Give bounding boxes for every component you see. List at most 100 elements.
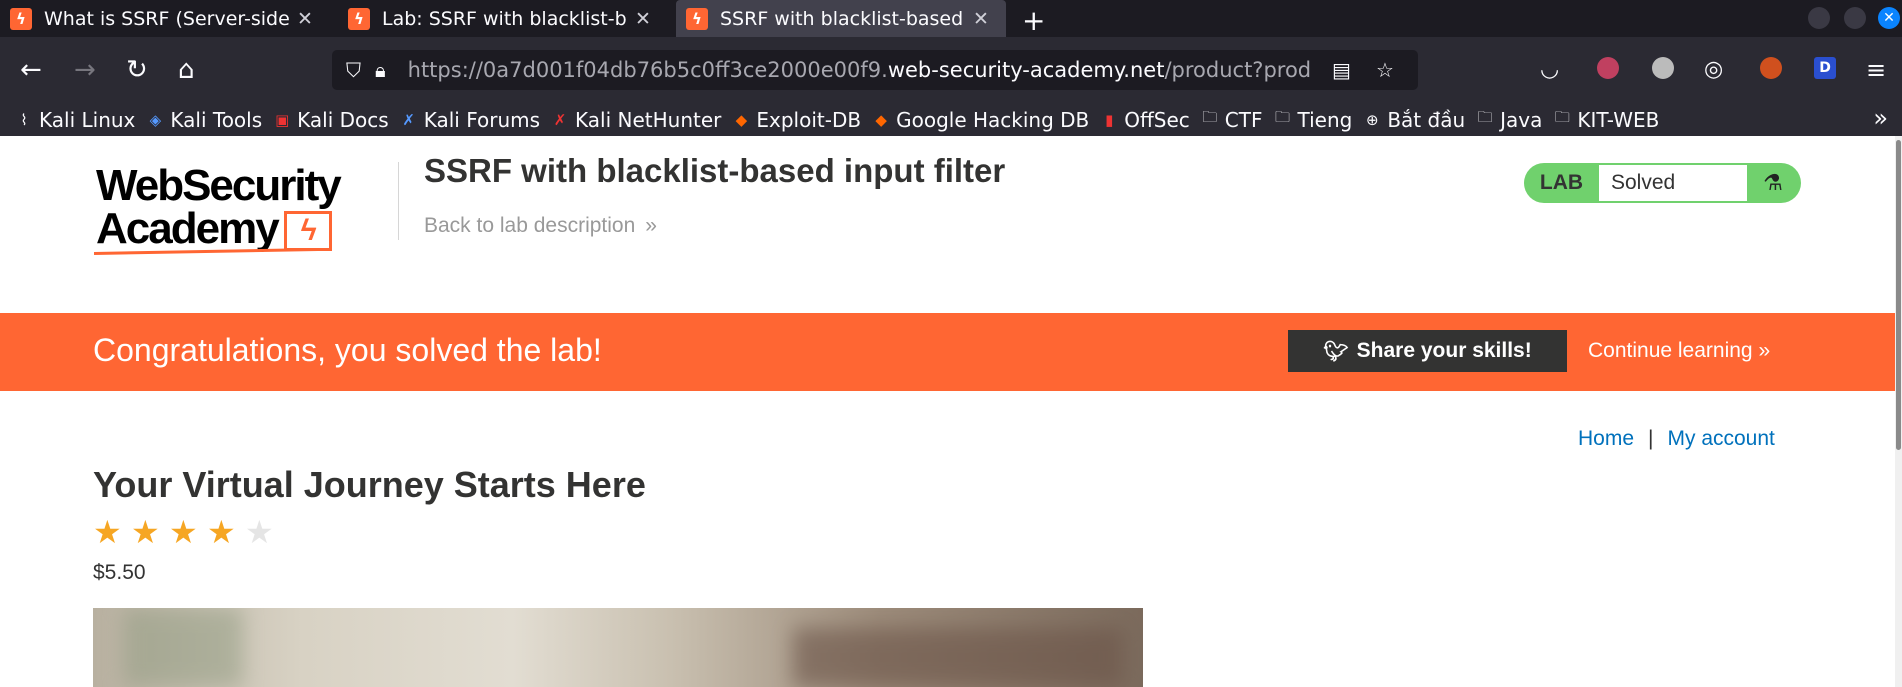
reload-icon[interactable]: ↻ bbox=[126, 54, 148, 86]
lab-status-badge: LAB Solved ⚗ bbox=[1524, 163, 1801, 203]
lab-title: SSRF with blacklist-based input filter bbox=[424, 152, 1006, 189]
pocket-icon[interactable]: ◡ bbox=[1540, 54, 1559, 86]
cookie-icon[interactable]: ◎ bbox=[1704, 54, 1723, 86]
star-empty-icon: ★ bbox=[245, 513, 274, 551]
bookmark-kali-docs[interactable]: ▣ Kali Docs bbox=[272, 108, 389, 132]
bookmarks-bar: ⌇ Kali Linux ◈ Kali Tools ▣ Kali Docs ✗ Kali… bbox=[0, 103, 1902, 136]
more-bookmarks-icon[interactable]: » bbox=[1873, 104, 1888, 132]
congratulations-message: Congratulations, you solved the lab! bbox=[93, 332, 602, 368]
star-filled-icon: ★ bbox=[169, 513, 198, 551]
bookmark-kali-forums[interactable]: ✗ Kali Forums bbox=[399, 108, 540, 132]
scrollbar-thumb[interactable] bbox=[1896, 140, 1901, 450]
back-arrow-icon[interactable]: ← bbox=[20, 54, 42, 86]
portswigger-favicon-icon: ϟ bbox=[348, 7, 370, 30]
bookmark-bat-dau[interactable]: ⊕ Bắt đầu bbox=[1362, 108, 1465, 132]
logo-line-2-text: Academy bbox=[96, 204, 280, 253]
bookmark-offsec[interactable]: ▮ OffSec bbox=[1099, 108, 1190, 132]
tab-title: Lab: SSRF with blacklist-b bbox=[382, 7, 627, 30]
reader-view-icon[interactable]: ▤ bbox=[1332, 58, 1351, 82]
browser-tab-2[interactable]: ϟ Lab: SSRF with blacklist-b ✕ bbox=[338, 0, 668, 37]
url-domain: web-security-academy.net bbox=[887, 58, 1165, 82]
image-blur-region bbox=[123, 608, 243, 687]
menu-icon[interactable]: ≡ bbox=[1866, 54, 1886, 86]
folder-icon: 🗀︎ bbox=[1477, 108, 1493, 126]
close-tab-icon[interactable]: ✕ bbox=[297, 8, 313, 30]
bookmark-label: KIT-WEB bbox=[1577, 107, 1660, 132]
star-filled-icon: ★ bbox=[93, 513, 122, 551]
bookmark-label: Kali Docs bbox=[297, 107, 389, 132]
back-link-label: Back to lab description bbox=[424, 214, 636, 237]
star-filled-icon: ★ bbox=[207, 513, 236, 551]
browser-tab-3-active[interactable]: ϟ SSRF with blacklist-based ✕ bbox=[676, 0, 1006, 37]
page-scrollbar[interactable] bbox=[1895, 136, 1902, 687]
bookmark-google-hacking-db[interactable]: ◆ Google Hacking DB bbox=[871, 108, 1089, 132]
back-to-lab-description-link[interactable]: Back to lab description » bbox=[424, 214, 657, 238]
continue-learning-link[interactable]: Continue learning » bbox=[1588, 339, 1770, 363]
home-link[interactable]: Home bbox=[1578, 427, 1634, 450]
portswigger-favicon-icon: ϟ bbox=[686, 7, 708, 30]
extension-d-icon[interactable]: D bbox=[1814, 57, 1836, 79]
double-chevron-right-icon: » bbox=[645, 214, 657, 237]
twitter-icon: 🐦︎ bbox=[1323, 340, 1349, 363]
share-skills-label: Share your skills! bbox=[1356, 339, 1532, 362]
new-tab-icon[interactable]: + bbox=[1022, 4, 1045, 37]
bookmark-folder-tieng[interactable]: 🗀︎ Tieng bbox=[1272, 108, 1352, 132]
bookmark-folder-java[interactable]: 🗀︎ Java bbox=[1475, 108, 1543, 132]
lab-label: LAB bbox=[1539, 171, 1584, 194]
bookmark-label: Bắt đầu bbox=[1387, 107, 1466, 132]
bookmark-star-icon[interactable]: ☆ bbox=[1376, 58, 1394, 82]
kali-dragon-icon: ⌇ bbox=[20, 110, 28, 129]
extension-icon[interactable] bbox=[1652, 57, 1674, 79]
ghdb-icon: ◆ bbox=[875, 110, 887, 129]
bookmark-kali-tools[interactable]: ◈ Kali Tools bbox=[145, 108, 263, 132]
share-skills-button[interactable]: 🐦︎ Share your skills! bbox=[1288, 330, 1567, 372]
tab-title: What is SSRF (Server-side bbox=[44, 7, 289, 30]
bookmark-label: Kali NetHunter bbox=[575, 107, 722, 132]
exploit-db-icon: ◆ bbox=[735, 110, 748, 129]
logo-line-1: WebSecurity bbox=[96, 161, 342, 210]
lock-icon[interactable]: 🔒︎ bbox=[375, 58, 386, 82]
extension-icon[interactable] bbox=[1760, 57, 1782, 79]
bookmark-label: OffSec bbox=[1124, 107, 1190, 132]
bookmark-label: Kali Linux bbox=[39, 107, 136, 132]
image-blur-region bbox=[793, 628, 1123, 687]
star-rating: ★ ★ ★ ★ ★ bbox=[93, 516, 283, 548]
shield-icon[interactable]: ⛉ bbox=[346, 58, 361, 82]
forward-arrow-icon[interactable]: → bbox=[74, 54, 96, 86]
bookmark-label: Google Hacking DB bbox=[896, 107, 1090, 132]
kali-forums-icon: ✗ bbox=[402, 110, 415, 129]
minimize-icon[interactable] bbox=[1808, 7, 1830, 29]
lightning-logo-icon: ϟ bbox=[283, 211, 332, 252]
browser-tab-1[interactable]: ϟ What is SSRF (Server-side ✕ bbox=[0, 0, 330, 37]
top-links: Home | My account bbox=[1578, 427, 1775, 451]
product-price: $5.50 bbox=[93, 561, 146, 584]
close-tab-icon[interactable]: ✕ bbox=[973, 8, 989, 30]
url-bar[interactable]: ⛉ 🔒︎ https://0a7d001f04db76b5c0ff3ce2000… bbox=[332, 50, 1418, 90]
logo-line-2: Academy ϟ bbox=[96, 207, 340, 252]
my-account-link[interactable]: My account bbox=[1668, 427, 1775, 450]
bookmark-folder-kit-web[interactable]: 🗀︎ KIT-WEB bbox=[1552, 108, 1659, 132]
folder-icon: 🗀︎ bbox=[1554, 108, 1570, 126]
bookmark-exploit-db[interactable]: ◆ Exploit-DB bbox=[731, 108, 861, 132]
lab-status-value: Solved bbox=[1599, 165, 1747, 201]
maximize-icon[interactable] bbox=[1844, 7, 1866, 29]
web-security-academy-logo[interactable]: WebSecurity Academy ϟ bbox=[93, 161, 342, 255]
flask-icon: ⚗ bbox=[1763, 170, 1783, 196]
url-text[interactable]: https://0a7d001f04db76b5c0ff3ce2000e00f9… bbox=[408, 58, 1313, 82]
product-title: Your Virtual Journey Starts Here bbox=[93, 464, 646, 505]
bookmark-folder-ctf[interactable]: 🗀︎ CTF bbox=[1200, 107, 1263, 132]
bookmark-label: CTF bbox=[1224, 107, 1263, 132]
close-window-icon[interactable]: ✕ bbox=[1878, 7, 1900, 29]
bookmark-kali-nethunter[interactable]: ✗ Kali NetHunter bbox=[550, 107, 722, 132]
kali-tools-icon: ◈ bbox=[149, 110, 162, 129]
bookmark-label: Kali Forums bbox=[423, 107, 541, 132]
home-icon[interactable]: ⌂ bbox=[178, 54, 195, 86]
nethunter-icon: ✗ bbox=[553, 110, 567, 129]
close-tab-icon[interactable]: ✕ bbox=[635, 8, 651, 30]
nav-bar: ← → ↻ ⌂ ⛉ 🔒︎ https://0a7d001f04db76b5c0f… bbox=[0, 37, 1902, 103]
url-prefix: https://0a7d001f04db76b5c0ff3ce2000e00f9… bbox=[407, 58, 888, 82]
folder-icon: 🗀︎ bbox=[1202, 108, 1218, 126]
extension-icon[interactable] bbox=[1597, 57, 1619, 79]
product-image bbox=[93, 608, 1143, 687]
bookmark-kali-linux[interactable]: ⌇ Kali Linux bbox=[14, 108, 135, 132]
